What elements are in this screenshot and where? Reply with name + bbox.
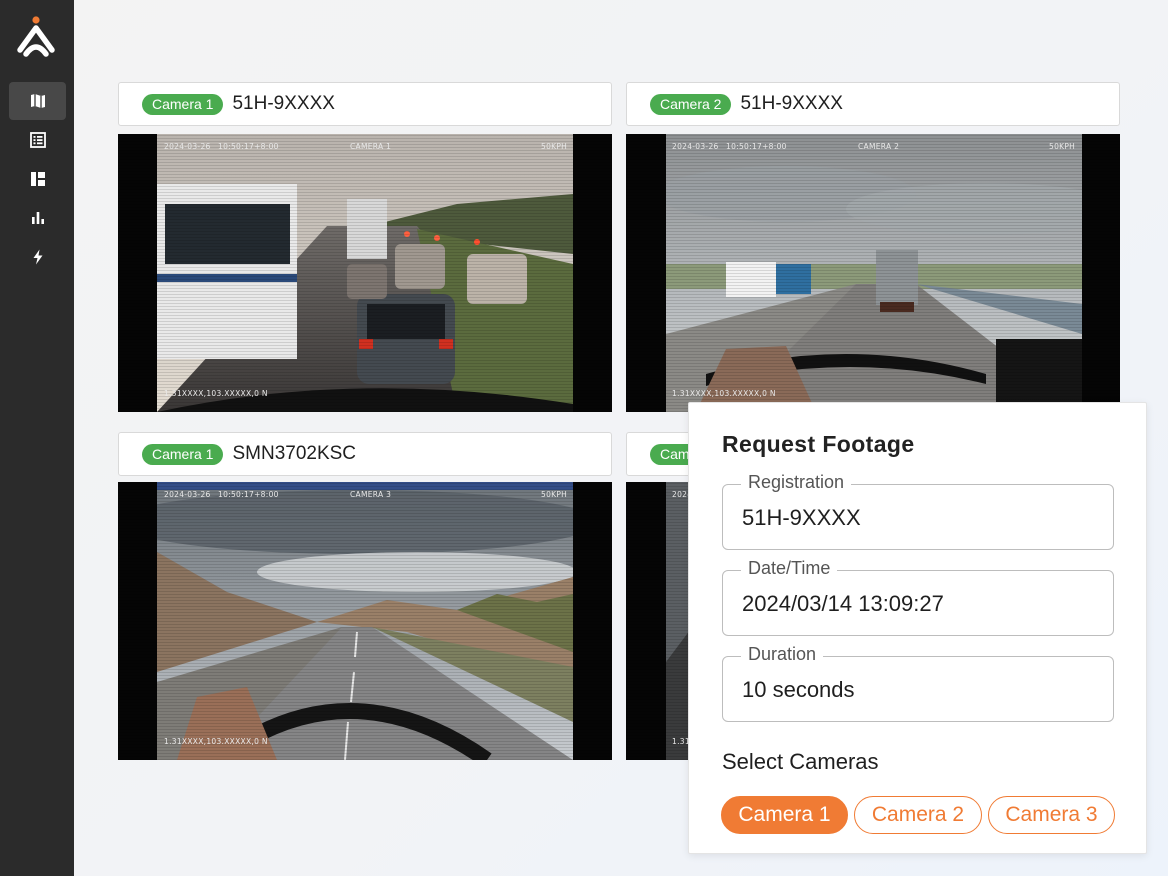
- nav-item-analytics[interactable]: [9, 199, 66, 237]
- osd-camera: CAMERA 2: [858, 142, 900, 151]
- osd-date: 2024-03-26: [164, 142, 211, 151]
- highway-scene-image: [666, 134, 1082, 412]
- osd-date: 2024-03-26: [672, 142, 719, 151]
- osd-gps: 1.31XXXX,103.XXXXX,0 N: [164, 737, 268, 746]
- osd-speed: 50KPH: [1049, 142, 1076, 151]
- sidebar: [0, 0, 74, 876]
- camera-chip-2[interactable]: Camera 2: [854, 796, 982, 834]
- osd-gps: 1.31XXXX,103.XXXXX,0 N: [164, 389, 268, 398]
- select-cameras-label: Select Cameras: [722, 749, 879, 774]
- datetime-label: Date/Time: [741, 558, 838, 579]
- registration-label: Registration: [741, 472, 852, 493]
- osd-time: 10:50:17+8:00: [218, 142, 279, 151]
- camera-header-1: Camera 1 51H-9XXXX: [118, 82, 612, 126]
- lightning-icon: [33, 249, 42, 265]
- nav-item-map[interactable]: [9, 82, 66, 120]
- bar-chart-icon: [31, 212, 44, 224]
- nav-item-list[interactable]: [9, 121, 66, 159]
- nav-item-dashboard[interactable]: [9, 160, 66, 198]
- osd-date: 2024-03-26: [164, 490, 211, 499]
- vehicle-plate: 51H-9XXXX: [740, 93, 843, 114]
- duration-field[interactable]: Duration 10 seconds: [722, 644, 1114, 722]
- osd-speed: 50KPH: [541, 490, 568, 499]
- camera-chip-3[interactable]: Camera 3: [988, 796, 1115, 834]
- duration-value[interactable]: 10 seconds: [742, 677, 855, 703]
- camera-badge: Camera 1: [142, 443, 224, 465]
- osd-speed: 50KPH: [541, 142, 568, 151]
- dashboard-icon: [30, 172, 45, 186]
- osd-gps: 1.31XXXX,103.XXXXX,0 N: [672, 389, 776, 398]
- camera-badge: Camera 2: [650, 93, 732, 115]
- list-icon: [29, 132, 46, 148]
- osd-camera: CAMERA 1: [350, 142, 392, 151]
- camera-feed-3[interactable]: 2024-03-26 10:50:17+8:00 CAMERA 3 50KPH …: [118, 482, 612, 760]
- osd-camera: CAMERA 3: [350, 490, 392, 499]
- map-icon: [30, 94, 45, 108]
- camera-feed-1[interactable]: 2024-03-26 10:50:17+8:00 CAMERA 1 50KPH …: [118, 134, 612, 412]
- camera-header-2: Camera 2 51H-9XXXX: [626, 82, 1120, 126]
- osd-time: 10:50:17+8:00: [218, 490, 279, 499]
- registration-value[interactable]: 51H-9XXXX: [742, 505, 861, 531]
- camera-feed-2[interactable]: 2024-03-26 10:50:17+8:00 CAMERA 2 50KPH …: [626, 134, 1120, 412]
- vehicle-plate: SMN3702KSC: [232, 443, 357, 464]
- nav-item-events[interactable]: [9, 238, 66, 276]
- tracking-logo[interactable]: [16, 16, 56, 58]
- osd-time: 10:50:17+8:00: [726, 142, 787, 151]
- mountain-road-scene-image: [157, 482, 573, 760]
- datetime-value[interactable]: 2024/03/14 13:09:27: [742, 591, 944, 617]
- vehicle-plate: 51H-9XXXX: [232, 93, 335, 114]
- datetime-field[interactable]: Date/Time 2024/03/14 13:09:27: [722, 558, 1114, 636]
- duration-label: Duration: [741, 644, 824, 665]
- traffic-scene-image: [157, 134, 573, 412]
- request-footage-panel: Request Footage Registration 51H-9XXXX D…: [688, 402, 1147, 854]
- camera-badge: Camera 1: [142, 93, 224, 115]
- panel-title: Request Footage: [722, 431, 915, 457]
- registration-field[interactable]: Registration 51H-9XXXX: [722, 472, 1114, 550]
- camera-header-3: Camera 1 SMN3702KSC: [118, 432, 612, 476]
- camera-chip-1[interactable]: Camera 1: [721, 796, 848, 834]
